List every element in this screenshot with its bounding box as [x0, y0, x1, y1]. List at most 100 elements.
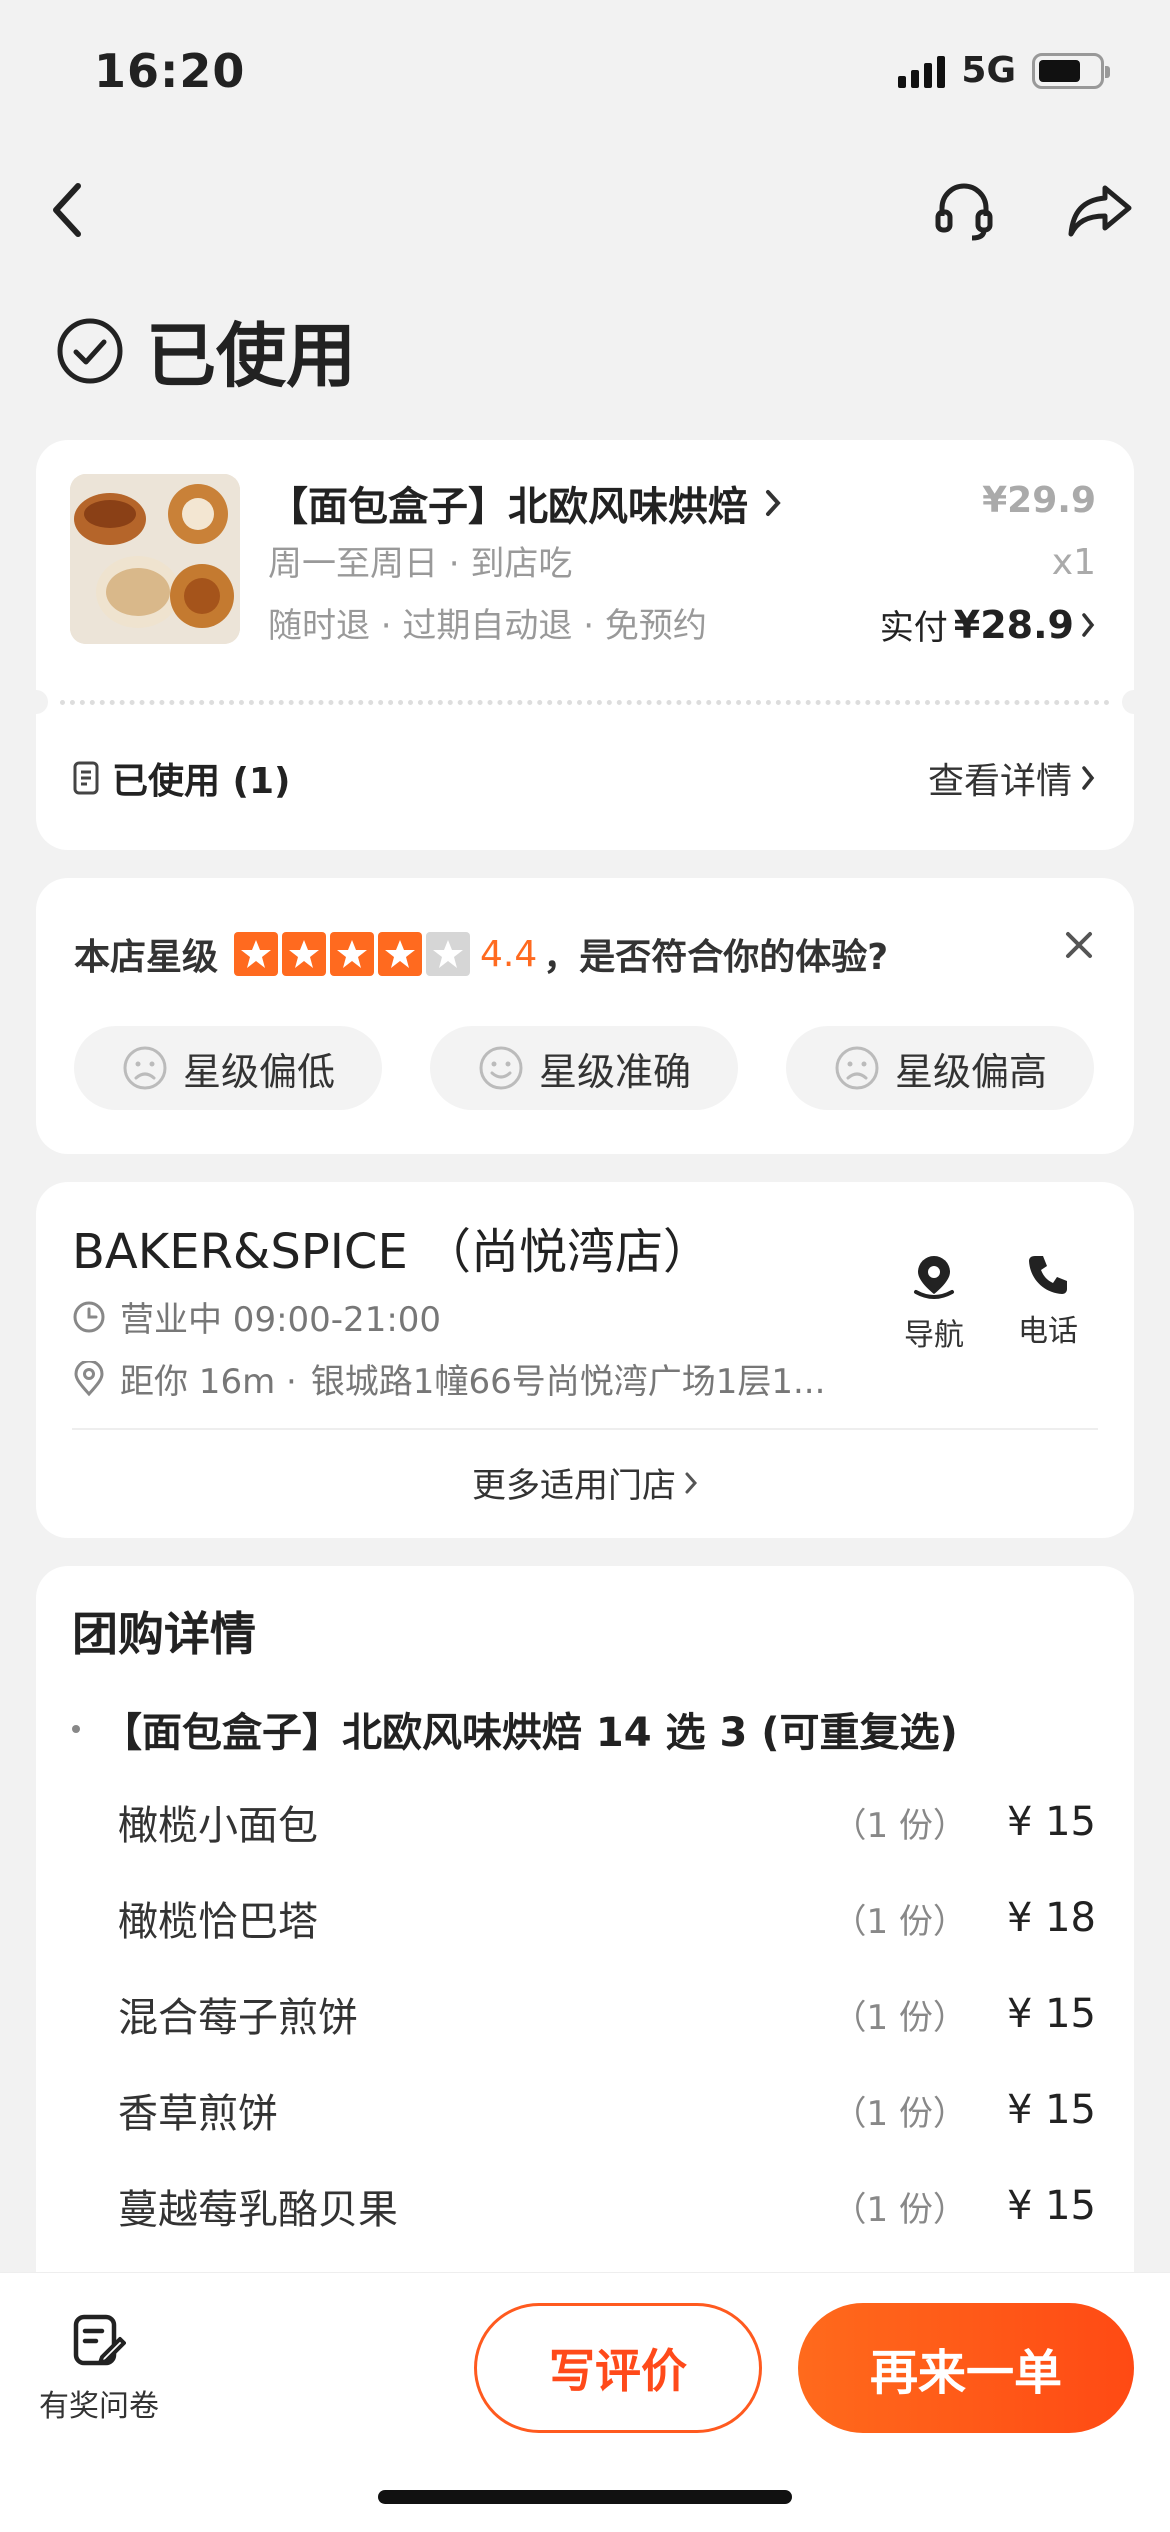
status-indicators: 5G: [898, 50, 1110, 91]
star-filled-icon: [378, 932, 423, 976]
quantity: x1: [1051, 542, 1096, 583]
close-icon[interactable]: [1064, 930, 1094, 964]
item-price: ¥ 15: [1006, 2183, 1096, 2229]
section-heading: 团购详情: [72, 1607, 256, 1661]
status-bar: 16:20 5G: [0, 0, 1170, 150]
rating-question-text: ，是否符合你的体验?: [543, 937, 889, 978]
item-quantity: （1 份）: [832, 2093, 967, 2134]
order-detail-page: 16:20 5G 已使用 【面包盒子】北欧风味烘焙 周一至周日 · 到店吃 随时…: [0, 0, 1170, 2532]
paid-amount-row[interactable]: 实付 ¥28.9: [880, 600, 1096, 649]
more-stores-link[interactable]: 更多适用门店: [36, 1458, 1134, 1507]
chevron-right-icon: [1082, 766, 1095, 790]
survey-button[interactable]: 有奖问卷: [34, 2313, 164, 2425]
chevron-right-icon: [766, 490, 781, 516]
package-item: 混合莓子煎饼 （1 份） ¥ 15: [118, 1984, 1096, 2044]
battery-icon: [1032, 52, 1110, 89]
product-refund-policy: 随时退 · 过期自动退 · 免预约: [268, 606, 707, 646]
location-pin-icon: [74, 1360, 104, 1396]
star-empty-icon: [426, 932, 471, 976]
used-count-row: 已使用 (1): [72, 752, 291, 804]
check-circle-icon: [57, 318, 123, 383]
rating-option-label: 星级准确: [538, 1049, 691, 1094]
chevron-right-icon: [685, 1472, 698, 1493]
store-hours: 营业中 09:00-21:00: [120, 1300, 442, 1340]
chevron-right-icon: [1082, 612, 1095, 637]
rating-option-label: 星级偏高: [894, 1049, 1047, 1094]
survey-edit-icon: [73, 2314, 126, 2366]
star-rating: [234, 932, 471, 976]
product-title[interactable]: 【面包盒子】北欧风味烘焙: [268, 474, 782, 532]
rating-option-accurate[interactable]: 星级准确: [430, 1026, 738, 1110]
order-status: 已使用: [56, 300, 356, 401]
navigation-icon: [914, 1256, 954, 1299]
product-thumbnail[interactable]: [70, 474, 240, 644]
paid-amount: ¥28.9: [953, 602, 1074, 647]
clock-icon: [73, 1301, 105, 1332]
call-label: 电话: [1018, 1314, 1078, 1349]
package-item: 橄榄恰巴塔 （1 份） ¥ 18: [118, 1888, 1096, 1948]
package-title-text: 【面包盒子】北欧风味烘焙 14 选 3 (可重复选): [102, 1710, 958, 1756]
rating-question: 本店星级 4.4 ，是否符合你的体验?: [74, 928, 888, 980]
item-name: 蔓越莓乳酪贝果: [118, 2187, 398, 2233]
star-filled-icon: [234, 932, 279, 976]
item-quantity: （1 份）: [832, 1805, 967, 1846]
item-name: 混合莓子煎饼: [118, 1995, 358, 2041]
back-icon[interactable]: [28, 170, 108, 250]
survey-label: 有奖问卷: [39, 2389, 159, 2424]
package-item: 蔓越莓乳酪贝果 （1 份） ¥ 15: [118, 2176, 1096, 2236]
order-card: 【面包盒子】北欧风味烘焙 周一至周日 · 到店吃 随时退 · 过期自动退 · 免…: [24, 440, 1146, 850]
store-distance: 距你 16m ·: [120, 1362, 297, 1402]
item-price: ¥ 15: [1006, 1799, 1096, 1845]
store-card: BAKER&SPICE （尚悦湾店） 营业中 09:00-21:00 距你 16…: [36, 1182, 1134, 1538]
store-name[interactable]: BAKER&SPICE （尚悦湾店）: [72, 1212, 711, 1282]
write-review-button[interactable]: 写评价: [474, 2303, 762, 2433]
signal-icon: [898, 54, 946, 88]
call-button[interactable]: 电话: [998, 1252, 1098, 1350]
rating-score: 4.4: [480, 933, 538, 975]
store-address: 银城路1幢66号尚悦湾广场1层1...: [310, 1362, 826, 1402]
sad-face-icon: [123, 1046, 167, 1090]
reorder-button[interactable]: 再来一单: [798, 2303, 1134, 2433]
rating-option-low[interactable]: 星级偏低: [74, 1026, 382, 1110]
phone-icon: [1029, 1256, 1067, 1294]
package-title: 【面包盒子】北欧风味烘焙 14 选 3 (可重复选): [72, 1700, 958, 1758]
item-price: ¥ 18: [1006, 1895, 1096, 1941]
nav-bar: [0, 160, 1170, 260]
rating-label: 本店星级: [74, 937, 219, 978]
item-price: ¥ 15: [1006, 1991, 1096, 2037]
item-name: 香草煎饼: [118, 2091, 278, 2137]
rating-option-label: 星级偏低: [182, 1049, 335, 1094]
sad-face-icon: [835, 1046, 879, 1090]
view-details-link[interactable]: 查看详情: [928, 752, 1096, 804]
item-quantity: （1 份）: [832, 1997, 967, 2038]
item-quantity: （1 份）: [832, 1901, 967, 1942]
star-filled-icon: [330, 932, 375, 976]
navigate-label: 导航: [904, 1318, 964, 1353]
share-icon[interactable]: [1060, 170, 1140, 250]
star-filled-icon: [282, 932, 327, 976]
document-icon: [73, 761, 99, 795]
item-name: 橄榄小面包: [118, 1803, 318, 1849]
used-count-label: 已使用 (1): [112, 761, 291, 802]
navigate-button[interactable]: 导航: [884, 1252, 984, 1354]
item-quantity: （1 份）: [832, 2189, 967, 2230]
rating-feedback-card: 本店星级 4.4 ，是否符合你的体验? 星级偏低 星级准确 星级偏高: [36, 878, 1134, 1154]
package-item: 香草煎饼 （1 份） ¥ 15: [118, 2080, 1096, 2140]
product-title-text: 【面包盒子】北欧风味烘焙: [268, 484, 748, 530]
status-title: 已使用: [146, 315, 356, 397]
status-time: 16:20: [94, 44, 246, 98]
home-indicator: [378, 2490, 792, 2504]
item-price: ¥ 15: [1006, 2087, 1096, 2133]
paid-label: 实付: [879, 608, 948, 648]
network-type: 5G: [961, 50, 1016, 91]
store-hours-row: 营业中 09:00-21:00: [72, 1292, 441, 1341]
package-item: 橄榄小面包 （1 份） ¥ 15: [118, 1792, 1096, 1852]
rating-option-high[interactable]: 星级偏高: [786, 1026, 1094, 1110]
bullet: [72, 1725, 80, 1733]
ticket-divider: [24, 690, 1146, 714]
view-details-label: 查看详情: [927, 761, 1072, 802]
customer-service-icon[interactable]: [924, 170, 1004, 250]
product-schedule: 周一至周日 · 到店吃: [268, 544, 573, 584]
smile-face-icon: [479, 1046, 523, 1090]
original-price: ¥29.9: [982, 480, 1096, 521]
